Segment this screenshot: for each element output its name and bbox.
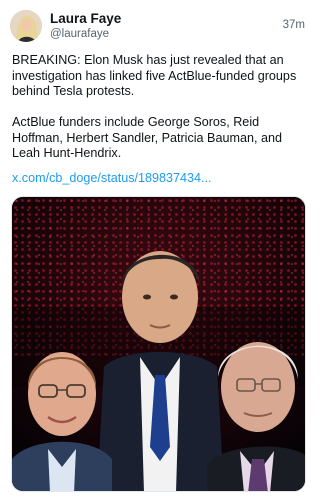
post-paragraph-1: BREAKING: Elon Musk has just revealed th… <box>12 53 297 98</box>
author-handle[interactable]: @laurafaye <box>50 28 109 40</box>
three-men-photo-icon <box>12 197 305 491</box>
post-media-image[interactable] <box>11 196 306 492</box>
author-display-name[interactable]: Laura Faye <box>50 11 121 26</box>
post-card: Laura Faye @laurafaye 37m BREAKING: Elon… <box>0 0 317 500</box>
post-timestamp[interactable]: 37m <box>283 19 305 31</box>
post-text: BREAKING: Elon Musk has just revealed th… <box>12 53 308 162</box>
user-avatar-icon <box>10 10 42 42</box>
post-link[interactable]: x.com/cb_doge/status/189837434... <box>12 171 212 185</box>
author-avatar[interactable] <box>10 10 42 42</box>
post-paragraph-2: ActBlue funders include George Soros, Re… <box>12 115 282 160</box>
